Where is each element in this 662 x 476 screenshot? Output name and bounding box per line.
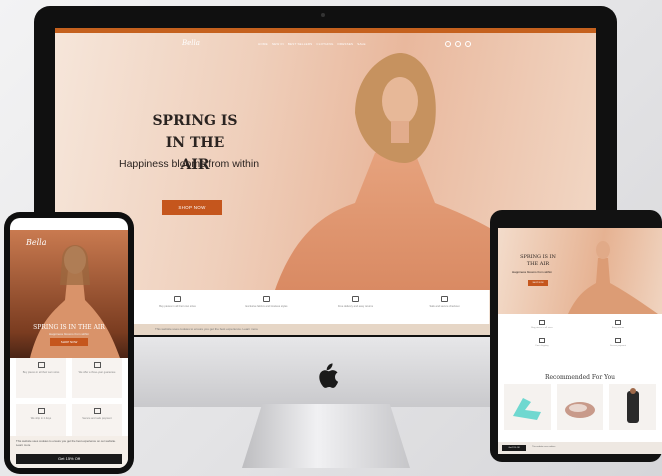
tablet-cookie-banner: Get 15% Off This website uses cookies. bbox=[498, 442, 662, 454]
feature-text: We offer a three-year guarantee bbox=[78, 371, 116, 374]
nav-link-new-in[interactable]: NEW IN bbox=[272, 42, 284, 46]
feature-text: Buy pieces in all their own sizes bbox=[159, 305, 196, 308]
phone-hero-subtitle: Happiness blooms from within bbox=[48, 332, 90, 336]
cookie-notice: This website uses cookies to ensure you … bbox=[155, 327, 258, 331]
feature-text: Buy pieces in all their own sizes bbox=[22, 371, 60, 374]
phone-cookie-text: This website uses cookies to ensure you … bbox=[16, 439, 116, 447]
hero-subtitle: Happiness blooms from within bbox=[119, 158, 260, 170]
phone-discount-button[interactable]: Get 15% Off bbox=[16, 454, 122, 464]
feature-icon bbox=[174, 296, 181, 302]
phone-screen: Bella SPRING IS IN THE AIR Happiness blo… bbox=[10, 218, 128, 468]
feature-text: Secure and safe payment bbox=[82, 417, 112, 420]
camera-dot bbox=[321, 13, 325, 17]
tablet-feature-item: Secure payment bbox=[582, 338, 654, 352]
feature-icon bbox=[539, 320, 545, 325]
account-icon[interactable] bbox=[455, 41, 461, 47]
feature-item: Safe and secure checkout bbox=[400, 290, 489, 324]
feature-text: Secure payment bbox=[610, 345, 626, 347]
phone-feature-item: Buy pieces in all their own sizes bbox=[16, 358, 66, 398]
phone-device: Bella SPRING IS IN THE AIR Happiness blo… bbox=[4, 212, 134, 474]
tablet-feature-item: Fast shipping bbox=[506, 338, 578, 352]
feature-text: Safe and secure checkout bbox=[429, 305, 460, 308]
tablet-shop-now-button[interactable]: SHOP NOW bbox=[528, 280, 548, 286]
feature-icon bbox=[93, 408, 101, 414]
product-card-scarf[interactable] bbox=[504, 384, 551, 430]
tablet-feature-item: Buy pieces in all sizes bbox=[506, 320, 578, 334]
search-icon[interactable] bbox=[445, 41, 451, 47]
nav-link-best-sellers[interactable]: BEST SELLERS bbox=[288, 42, 313, 46]
feature-text: Easy returns bbox=[611, 327, 625, 329]
feature-text: Fast shipping bbox=[535, 345, 549, 347]
nav-link-sale[interactable]: SALE bbox=[357, 42, 365, 46]
product-card-jacket[interactable] bbox=[609, 384, 657, 430]
phone-hero-title: SPRING IS IN THE AIR bbox=[33, 324, 105, 331]
hero-title-line1: SPRING IS bbox=[152, 113, 238, 129]
feature-icon bbox=[615, 338, 621, 343]
tablet-feature-item: Easy returns bbox=[582, 320, 654, 334]
feature-icon bbox=[93, 362, 101, 368]
feature-icon bbox=[539, 338, 545, 343]
cart-icon[interactable] bbox=[465, 41, 471, 47]
tablet-features: Buy pieces in all sizes Easy returns Fas… bbox=[506, 320, 654, 352]
feature-item: Exclusive fabrics and timeless styles bbox=[222, 290, 311, 324]
monitor-stand bbox=[242, 404, 410, 468]
feature-icon bbox=[615, 320, 621, 325]
phone-features: Buy pieces in all their own sizes We off… bbox=[16, 358, 122, 444]
site-header: Bella HOME NEW IN BEST SELLERS CLOTHING … bbox=[55, 33, 596, 53]
tablet-discount-button[interactable]: Get 15% Off bbox=[502, 445, 526, 451]
tablet-device: SPRING IS IN THE AIR Happiness blooms fr… bbox=[490, 210, 662, 462]
shop-now-button[interactable]: SHOP NOW bbox=[162, 200, 222, 215]
feature-item: Free delivery and easy returns bbox=[311, 290, 400, 324]
product-card-slipper[interactable] bbox=[556, 384, 604, 430]
brand-logo[interactable]: Bella bbox=[182, 39, 200, 47]
feature-text: Buy pieces in all sizes bbox=[531, 327, 553, 329]
feature-icon bbox=[37, 408, 45, 414]
feature-icon bbox=[263, 296, 270, 302]
feature-item: Buy pieces in all their own sizes bbox=[133, 290, 222, 324]
phone-cookie-banner: This website uses cookies to ensure you … bbox=[10, 436, 128, 468]
main-nav: HOME NEW IN BEST SELLERS CLOTHING DRESSE… bbox=[258, 42, 366, 46]
nav-link-home[interactable]: HOME bbox=[258, 42, 268, 46]
phone-feature-item: We offer a three-year guarantee bbox=[72, 358, 122, 398]
feature-text: We ship in 2 days bbox=[30, 417, 52, 420]
recommended-products bbox=[504, 384, 657, 430]
recommended-title: Recommended For You bbox=[544, 374, 616, 381]
header-icons bbox=[445, 41, 471, 47]
jacket-product-image bbox=[626, 388, 639, 423]
feature-icon bbox=[441, 296, 448, 302]
tablet-hero-title: SPRING IS IN THE AIR bbox=[520, 254, 556, 267]
features-bar: Buy pieces in all their own sizes Exclus… bbox=[133, 290, 489, 324]
feature-text: Free delivery and easy returns bbox=[337, 305, 374, 308]
phone-brand-logo[interactable]: Bella bbox=[26, 238, 47, 247]
nav-link-dresses[interactable]: DRESSES bbox=[338, 42, 354, 46]
scarf-product-image bbox=[513, 398, 542, 420]
phone-shop-now-button[interactable]: SHOP NOW bbox=[50, 338, 88, 346]
tablet-screen: SPRING IS IN THE AIR Happiness blooms fr… bbox=[498, 228, 662, 454]
tablet-hero-subtitle: Happiness blooms from within bbox=[512, 270, 553, 274]
feature-icon bbox=[352, 296, 359, 302]
feature-icon bbox=[37, 362, 45, 368]
slipper-product-image bbox=[565, 402, 595, 418]
nav-link-clothing[interactable]: CLOTHING bbox=[316, 42, 333, 46]
feature-text: Exclusive fabrics and timeless styles bbox=[245, 305, 288, 308]
apple-logo-icon bbox=[319, 363, 339, 388]
tablet-cookie-text: This website uses cookies. bbox=[532, 446, 556, 448]
